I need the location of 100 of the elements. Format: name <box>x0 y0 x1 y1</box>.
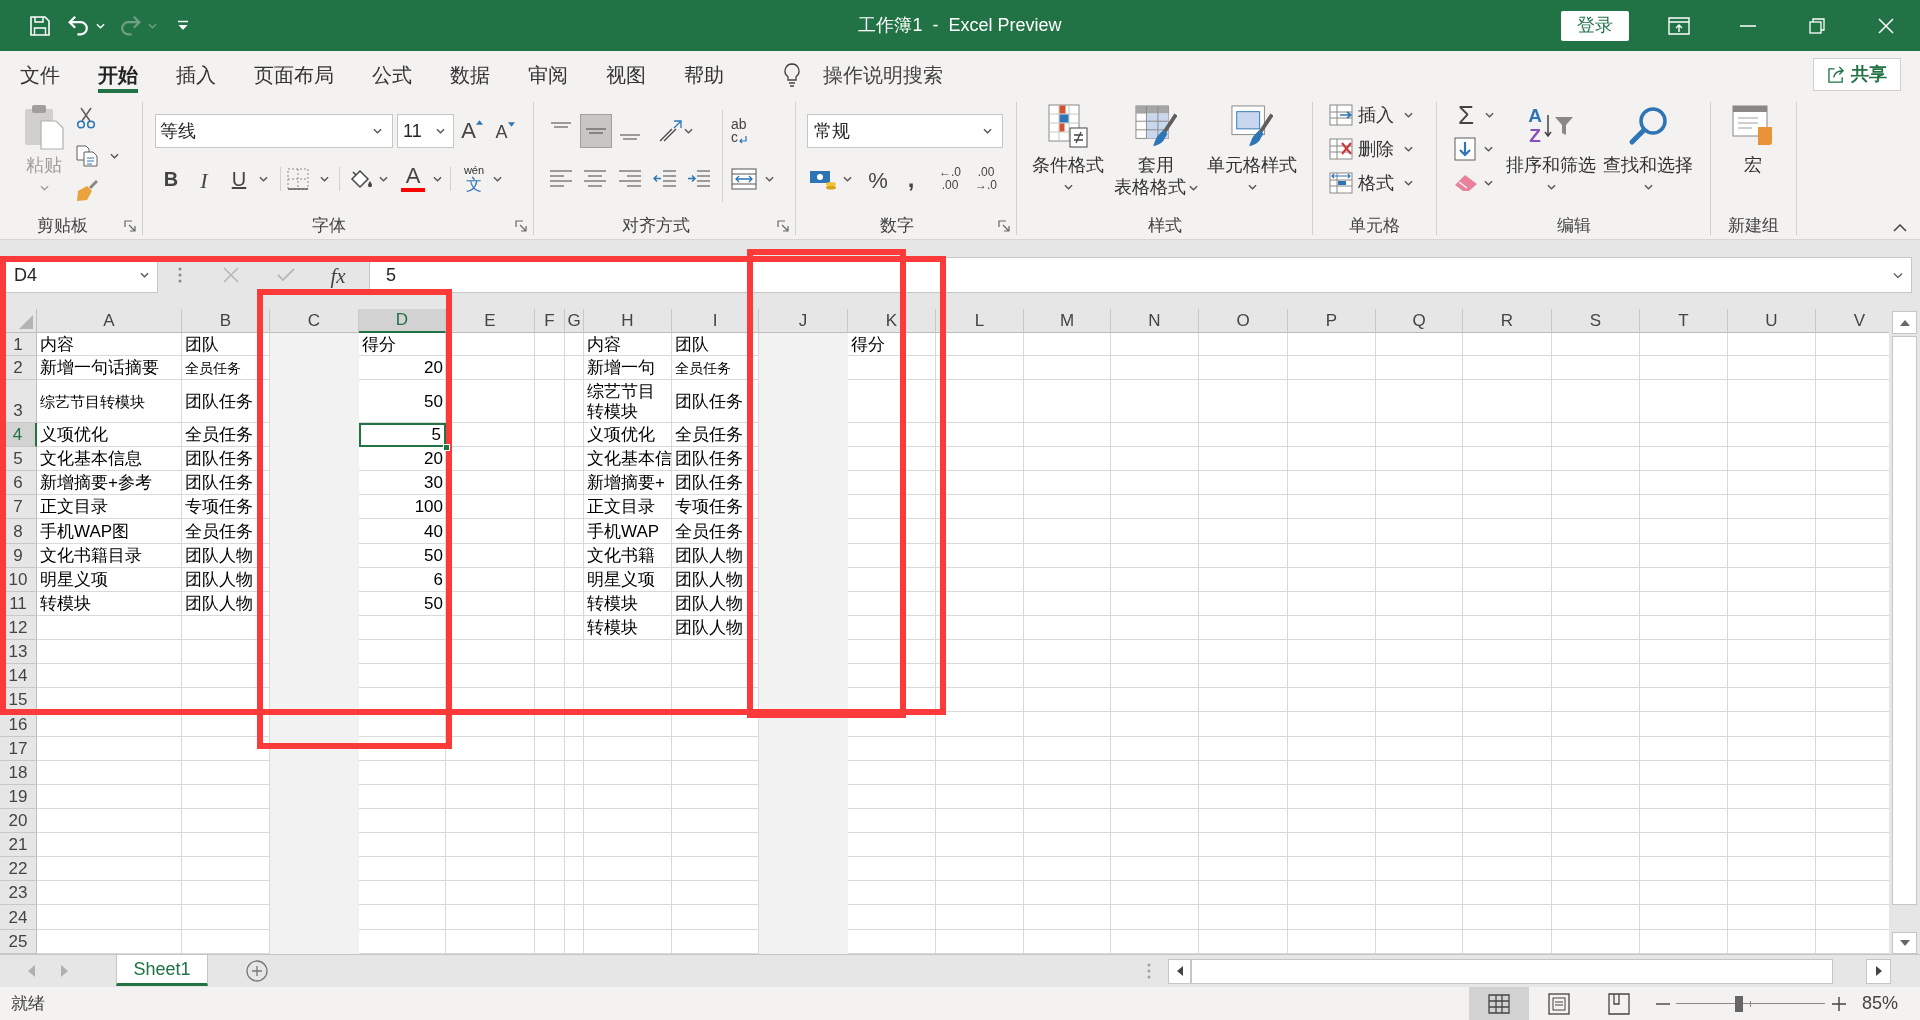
caret-icon[interactable] <box>1484 146 1493 152</box>
font-color-button[interactable]: A <box>400 164 426 194</box>
sheet-tab[interactable]: Sheet1 <box>116 955 208 986</box>
column-header[interactable]: V <box>1816 309 1889 333</box>
tell-me-search[interactable]: 操作说明搜索 <box>784 51 943 98</box>
caret-icon[interactable] <box>259 176 268 182</box>
save-icon[interactable] <box>30 15 50 36</box>
column-header[interactable]: H <box>584 309 672 333</box>
bold-button[interactable]: B <box>158 164 184 194</box>
increase-indent-icon[interactable] <box>687 170 711 188</box>
row-header[interactable]: 25 <box>0 930 37 954</box>
caret-icon[interactable] <box>379 176 388 182</box>
caret-icon[interactable] <box>684 128 693 134</box>
ribbon-button[interactable]: 删除 <box>1313 134 1413 164</box>
vertical-dots-icon[interactable] <box>178 267 182 283</box>
sort-filter-button[interactable]: A Z 排序和筛选 <box>1506 98 1596 214</box>
caret-icon[interactable] <box>373 128 382 134</box>
window-up-arrow-icon[interactable] <box>1667 16 1690 35</box>
copy-icon[interactable] <box>76 145 98 167</box>
diagonal-arrow-icon[interactable] <box>658 120 682 142</box>
phonetic-guide-button[interactable]: wén 文 <box>462 164 486 194</box>
row-header[interactable]: 18 <box>0 761 37 785</box>
column-header[interactable]: U <box>1728 309 1816 333</box>
underline-button[interactable]: U <box>226 164 252 194</box>
slider-thumb[interactable] <box>1734 995 1743 1012</box>
minimize-icon[interactable] <box>1739 24 1756 27</box>
increase-decimal-button[interactable]: ←.0 .00 <box>933 164 967 194</box>
insert-function-button[interactable]: fx <box>325 261 351 289</box>
row-header[interactable]: 23 <box>0 881 37 905</box>
column-header[interactable]: T <box>1640 309 1728 333</box>
ribbon-button[interactable]: 套用 表格格式 <box>1111 98 1201 214</box>
ribbon-tab[interactable]: 审阅 <box>509 51 587 98</box>
caret-icon[interactable] <box>843 176 852 182</box>
find-select-button[interactable]: 查找和选择 <box>1603 98 1693 214</box>
restore-icon[interactable] <box>1808 17 1825 34</box>
caret-icon[interactable] <box>493 176 502 182</box>
scroll-thumb[interactable] <box>1892 336 1917 905</box>
minus-icon[interactable] <box>1655 1002 1670 1005</box>
caret-icon[interactable] <box>110 153 119 159</box>
scroll-down-button[interactable] <box>1892 932 1917 954</box>
corner-arrow-icon[interactable] <box>777 220 789 233</box>
vertical-dots-icon[interactable] <box>1147 963 1151 979</box>
caret-icon[interactable] <box>1485 112 1494 118</box>
zoom-slider[interactable] <box>1675 995 1825 1012</box>
ribbon-tab[interactable]: 数据 <box>431 51 509 98</box>
row-header[interactable]: 22 <box>0 857 37 881</box>
undo-icon[interactable] <box>68 15 89 36</box>
column-header[interactable]: B <box>182 309 270 333</box>
italic-button[interactable]: I <box>191 164 217 194</box>
macros-button[interactable]: 宏 <box>1731 98 1775 214</box>
plus-icon[interactable] <box>1831 996 1846 1011</box>
ribbon-button[interactable]: 格式 <box>1313 168 1413 198</box>
caret-icon[interactable] <box>433 176 442 182</box>
formula-field[interactable]: 5 <box>369 257 1912 293</box>
scroll-left-button[interactable] <box>1168 958 1191 984</box>
plus-circle-icon[interactable] <box>246 960 268 982</box>
column-header[interactable]: S <box>1552 309 1640 333</box>
ribbon-tab[interactable]: 开始 <box>79 51 157 98</box>
row-header[interactable]: 21 <box>0 833 37 857</box>
chevron-up-icon[interactable] <box>1893 224 1907 232</box>
ribbon-button[interactable]: 插入 <box>1313 100 1413 130</box>
ribbon-tab[interactable]: 文件 <box>1 51 79 98</box>
font-size-field[interactable]: 11 <box>397 114 454 148</box>
comma-style-button[interactable]: , <box>901 164 921 194</box>
close-icon[interactable] <box>1877 17 1894 34</box>
column-header[interactable]: P <box>1288 309 1376 333</box>
ribbon-tab[interactable]: 视图 <box>587 51 665 98</box>
font-name-field[interactable]: 等线 <box>155 114 393 148</box>
shrink-font-button[interactable]: A <box>491 116 519 146</box>
corner-arrow-icon[interactable] <box>124 220 136 233</box>
ribbon-tab[interactable]: 页面布局 <box>235 51 353 98</box>
scroll-up-button[interactable] <box>1892 311 1917 334</box>
column-header[interactable]: G <box>565 309 584 333</box>
caret-icon[interactable] <box>140 272 149 278</box>
paint-bucket-icon[interactable] <box>349 168 373 190</box>
column-header[interactable]: O <box>1199 309 1288 333</box>
decrease-indent-icon[interactable] <box>653 170 677 188</box>
scroll-thumb[interactable] <box>1191 958 1833 984</box>
column-header[interactable]: F <box>535 309 565 333</box>
percent-button[interactable]: % <box>866 164 890 194</box>
scissors-icon[interactable] <box>76 107 96 129</box>
column-header[interactable]: J <box>759 309 848 333</box>
column-header[interactable]: R <box>1463 309 1552 333</box>
wrap-text-button[interactable]: ab c <box>731 116 755 146</box>
row-header[interactable]: 17 <box>0 737 37 761</box>
corner-arrow-icon[interactable] <box>515 220 527 233</box>
row-header[interactable]: 20 <box>0 809 37 833</box>
caret-icon[interactable] <box>983 128 992 134</box>
ribbon-tab[interactable]: 插入 <box>157 51 235 98</box>
money-icon[interactable] <box>809 168 837 190</box>
row-header[interactable]: 19 <box>0 785 37 809</box>
share-button[interactable]: 共享 <box>1813 58 1901 91</box>
autosum-button[interactable]: Σ <box>1454 100 1478 130</box>
dotted-grid-icon[interactable] <box>287 168 309 190</box>
ribbon-tab[interactable]: 帮助 <box>665 51 743 98</box>
caret-icon[interactable] <box>1893 271 1903 279</box>
ribbon-button[interactable]: 单元格样式 <box>1205 98 1299 214</box>
column-header[interactable]: Q <box>1376 309 1463 333</box>
scroll-right-button[interactable] <box>1866 958 1891 984</box>
caret-icon[interactable] <box>436 128 445 134</box>
